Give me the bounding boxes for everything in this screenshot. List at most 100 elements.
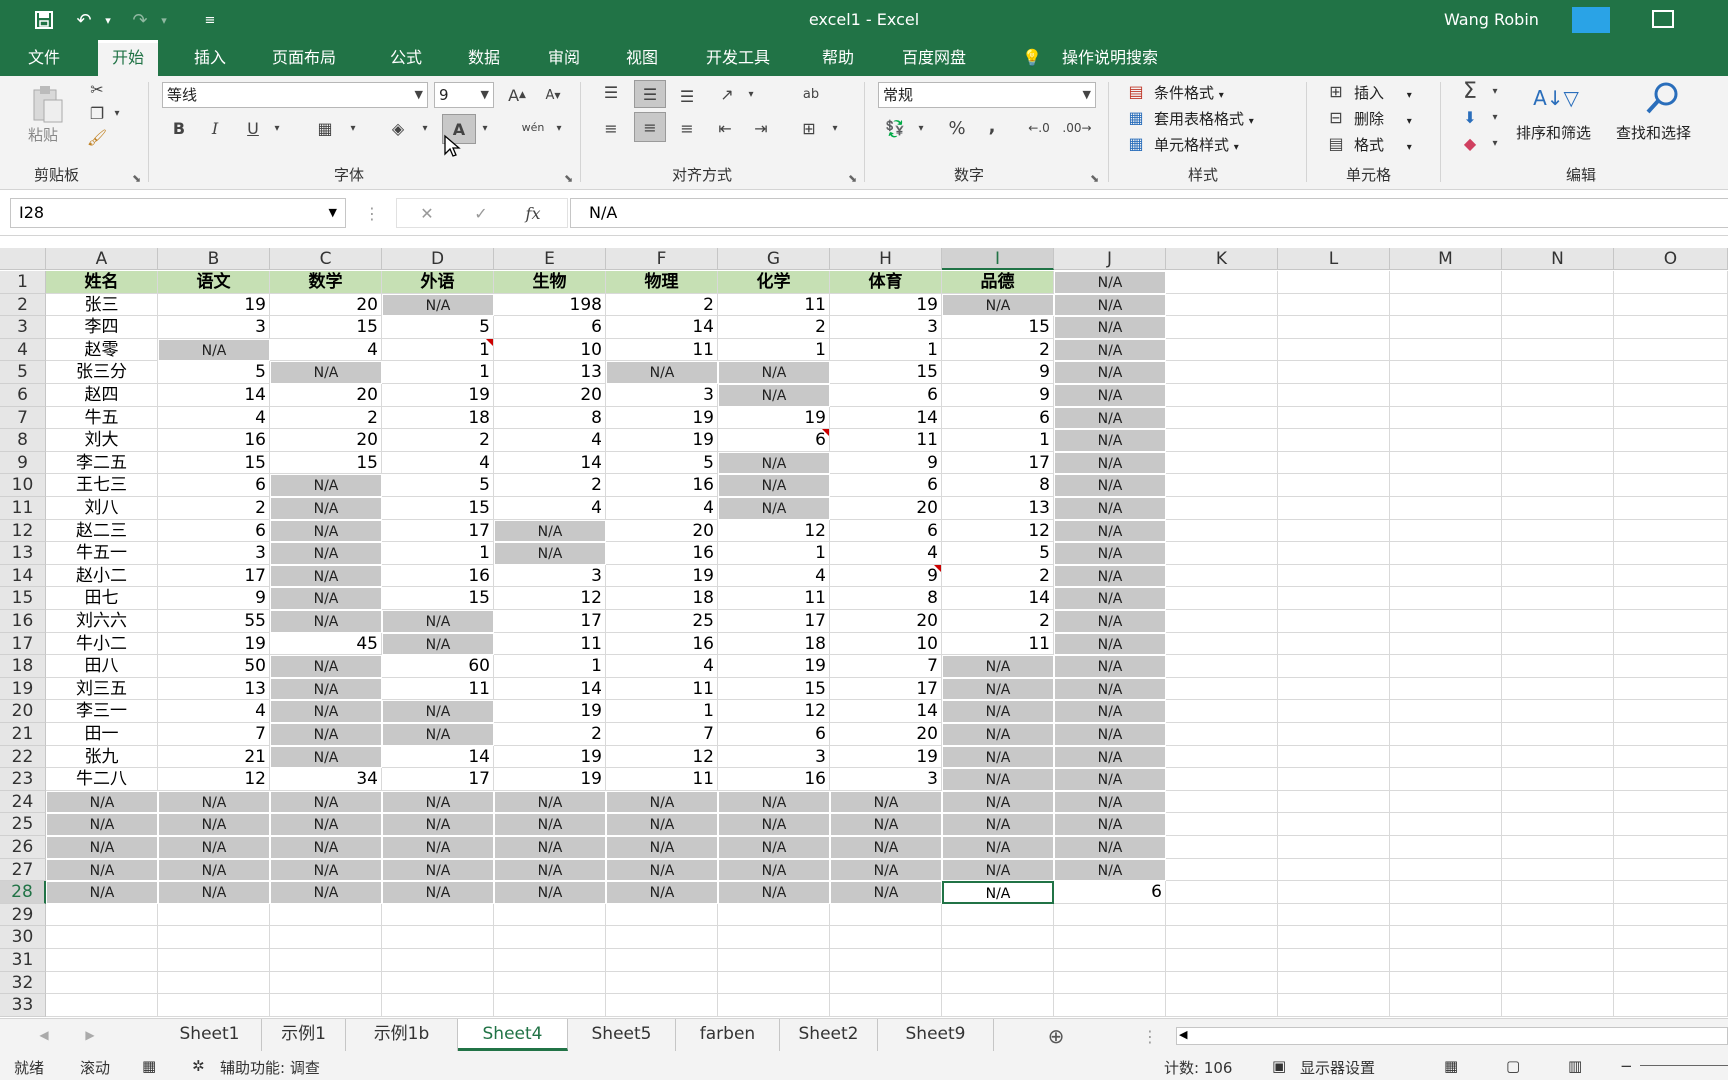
zoom-slider[interactable] bbox=[1640, 1065, 1728, 1066]
column-header-a[interactable]: A bbox=[46, 248, 158, 270]
table-cell[interactable]: N/A bbox=[942, 700, 1054, 723]
table-cell[interactable] bbox=[1166, 519, 1278, 543]
table-cell[interactable]: N/A bbox=[270, 610, 382, 633]
italic-button[interactable]: I bbox=[204, 116, 226, 140]
table-cell[interactable]: 2 bbox=[718, 316, 830, 339]
table-cell[interactable]: 12 bbox=[718, 519, 830, 543]
table-cell[interactable]: N/A bbox=[1054, 677, 1166, 701]
table-cell[interactable]: N/A bbox=[1054, 768, 1166, 791]
table-cell[interactable]: 赵二三 bbox=[46, 519, 158, 543]
table-cell[interactable]: 14 bbox=[158, 384, 270, 407]
sheet-tab-6[interactable]: Sheet2 bbox=[780, 1019, 878, 1051]
table-cell[interactable] bbox=[1390, 271, 1502, 294]
table-cell[interactable] bbox=[1614, 632, 1728, 656]
table-cell[interactable]: 张九 bbox=[46, 745, 158, 769]
table-cell[interactable] bbox=[1502, 497, 1614, 520]
fill-color-icon[interactable]: ◈ bbox=[384, 116, 412, 140]
table-cell[interactable]: N/A bbox=[1054, 564, 1166, 588]
font-size-combo[interactable]: 9 ▼ bbox=[434, 82, 494, 108]
table-cell[interactable]: N/A bbox=[158, 858, 270, 882]
table-cell[interactable]: 1 bbox=[718, 542, 830, 565]
table-cell[interactable] bbox=[1390, 700, 1502, 723]
table-cell[interactable] bbox=[830, 926, 942, 949]
table-cell[interactable] bbox=[1278, 813, 1390, 836]
table-cell[interactable] bbox=[1502, 384, 1614, 407]
table-cell[interactable]: 9 bbox=[830, 451, 942, 475]
table-cell[interactable] bbox=[1614, 271, 1728, 294]
table-cell[interactable] bbox=[1166, 632, 1278, 656]
table-cell[interactable] bbox=[1614, 813, 1728, 836]
table-cell[interactable] bbox=[1614, 384, 1728, 407]
table-cell[interactable]: N/A bbox=[830, 790, 942, 814]
table-cell[interactable]: N/A bbox=[270, 836, 382, 859]
delete-cells-button[interactable]: 删除 ▾ bbox=[1354, 108, 1412, 129]
table-cell[interactable]: 18 bbox=[382, 406, 494, 430]
table-cell[interactable]: 8 bbox=[942, 474, 1054, 497]
table-cell[interactable]: 19 bbox=[494, 745, 606, 769]
table-cell[interactable]: 6 bbox=[494, 316, 606, 339]
row-header-19[interactable]: 19 bbox=[0, 677, 46, 701]
table-cell[interactable] bbox=[1278, 790, 1390, 814]
comma-button[interactable]: , bbox=[980, 114, 1004, 138]
table-cell[interactable] bbox=[1390, 949, 1502, 972]
table-cell[interactable] bbox=[494, 971, 606, 995]
table-cell[interactable]: 14 bbox=[606, 316, 718, 339]
table-cell[interactable] bbox=[1278, 971, 1390, 995]
row-header-22[interactable]: 22 bbox=[0, 745, 46, 769]
table-cell[interactable]: 王七三 bbox=[46, 474, 158, 497]
table-cell[interactable]: 15 bbox=[270, 451, 382, 475]
table-cell[interactable]: 4 bbox=[830, 542, 942, 565]
horizontal-scrollbar[interactable]: ◀ bbox=[1176, 1027, 1728, 1045]
table-cell[interactable]: N/A bbox=[1054, 406, 1166, 430]
table-cell[interactable] bbox=[1502, 677, 1614, 701]
table-cell[interactable] bbox=[1166, 745, 1278, 769]
sheet-tab-2[interactable]: 示例1b bbox=[346, 1019, 458, 1051]
table-cell[interactable]: N/A bbox=[1054, 858, 1166, 882]
table-cell[interactable]: 16 bbox=[606, 542, 718, 565]
row-header-29[interactable]: 29 bbox=[0, 903, 46, 927]
table-cell[interactable]: 15 bbox=[942, 316, 1054, 339]
table-cell[interactable]: N/A bbox=[718, 497, 830, 520]
table-cell[interactable]: N/A bbox=[1054, 587, 1166, 610]
table-cell[interactable]: N/A bbox=[942, 677, 1054, 701]
table-cell[interactable] bbox=[158, 994, 270, 1017]
table-cell[interactable]: 5 bbox=[158, 361, 270, 384]
table-cell[interactable] bbox=[1278, 632, 1390, 656]
table-cell[interactable] bbox=[942, 903, 1054, 927]
table-cell[interactable] bbox=[1166, 768, 1278, 791]
row-header-8[interactable]: 8 bbox=[0, 429, 46, 452]
table-cell[interactable] bbox=[1502, 632, 1614, 656]
scroll-left-icon[interactable]: ◀ bbox=[34, 1023, 54, 1047]
table-cell[interactable]: 田八 bbox=[46, 655, 158, 678]
table-cell[interactable]: N/A bbox=[1054, 836, 1166, 859]
table-cell[interactable] bbox=[1502, 858, 1614, 882]
table-cell[interactable]: 3 bbox=[830, 316, 942, 339]
table-cell[interactable]: 2 bbox=[270, 406, 382, 430]
table-cell[interactable] bbox=[1614, 474, 1728, 497]
comment-indicator-icon[interactable] bbox=[486, 338, 493, 346]
table-cell[interactable]: N/A bbox=[382, 881, 494, 904]
table-cell[interactable] bbox=[382, 903, 494, 927]
table-cell[interactable]: 16 bbox=[382, 564, 494, 588]
table-cell[interactable]: 牛二八 bbox=[46, 768, 158, 791]
row-header-11[interactable]: 11 bbox=[0, 497, 46, 520]
column-title-cell[interactable]: 姓名 bbox=[46, 271, 158, 294]
table-cell[interactable]: 16 bbox=[606, 474, 718, 497]
find-select-label[interactable]: 查找和选择 bbox=[1616, 122, 1691, 143]
chevron-down-icon[interactable]: ▼ bbox=[329, 199, 337, 227]
comment-indicator-icon[interactable] bbox=[934, 564, 941, 572]
table-cell[interactable]: 5 bbox=[382, 474, 494, 497]
table-cell[interactable]: N/A bbox=[158, 881, 270, 904]
table-cell[interactable]: 15 bbox=[158, 451, 270, 475]
table-cell[interactable] bbox=[1502, 723, 1614, 746]
table-cell[interactable] bbox=[830, 994, 942, 1017]
table-cell[interactable] bbox=[1390, 836, 1502, 859]
copy-dropdown-icon[interactable]: ▾ bbox=[110, 102, 124, 124]
table-cell[interactable]: N/A bbox=[382, 858, 494, 882]
table-cell[interactable]: 19 bbox=[606, 429, 718, 452]
table-cell[interactable]: 11 bbox=[718, 587, 830, 610]
bold-button[interactable]: B bbox=[168, 116, 190, 140]
table-cell[interactable] bbox=[1502, 768, 1614, 791]
table-cell[interactable] bbox=[1278, 836, 1390, 859]
sheet-tab-4[interactable]: Sheet5 bbox=[568, 1019, 676, 1051]
